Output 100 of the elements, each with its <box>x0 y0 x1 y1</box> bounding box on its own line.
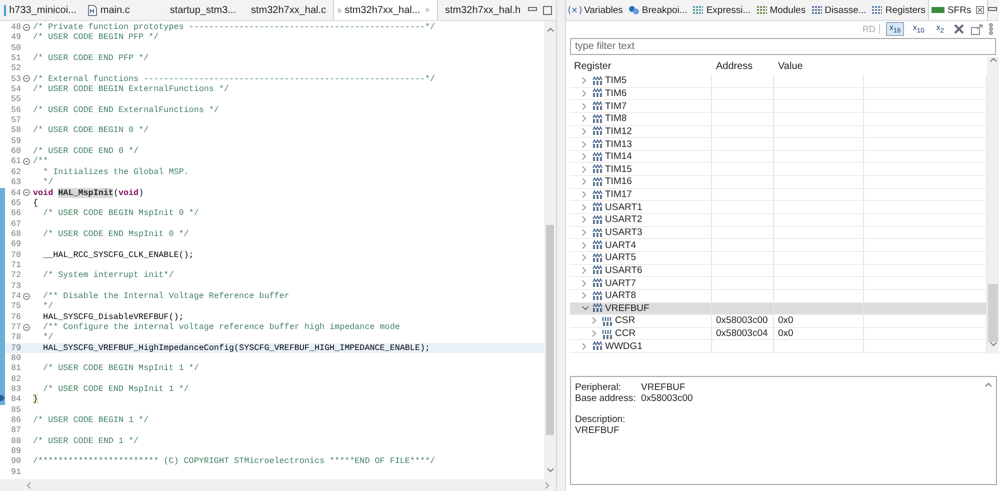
peripheral-icon <box>592 303 603 314</box>
line-number: 66 <box>10 208 21 219</box>
tree-row[interactable]: USART3 <box>570 226 987 240</box>
register-name: TIM13 <box>605 138 632 150</box>
column-header[interactable]: Register <box>570 60 712 72</box>
description-text: VREFBUF <box>575 425 620 436</box>
column-header[interactable]: Address <box>712 60 774 72</box>
code-line: /** <box>32 156 48 167</box>
line-number: 55 <box>10 94 21 105</box>
filter-field[interactable]: type filter text <box>570 38 996 55</box>
fold-icon[interactable] <box>22 24 30 31</box>
tree-row[interactable]: USART6 <box>570 264 987 278</box>
line-number: 58 <box>10 125 21 136</box>
line-number: 68 <box>10 228 21 240</box>
register-name: TIM15 <box>605 164 632 175</box>
view-tab[interactable]: SFRs <box>928 0 988 20</box>
tree-row[interactable]: TIM12 <box>570 126 987 138</box>
line-number: 85 <box>10 404 21 416</box>
scroll-thumb[interactable] <box>988 284 998 342</box>
register-name: WWDG1 <box>605 340 642 352</box>
tree-row[interactable]: TIM14 <box>570 150 987 164</box>
editor-tab[interactable]: stm32h7xx_hal.h <box>438 0 528 20</box>
peripheral-icon <box>592 164 603 174</box>
line-number: 52 <box>10 63 21 74</box>
register-name: USART2 <box>605 214 642 226</box>
view-tab[interactable]: Variables <box>566 0 626 20</box>
line-number: 69 <box>10 239 21 250</box>
line-number: 74 <box>10 290 21 302</box>
line-number: 59 <box>10 136 21 146</box>
register-name: TIM16 <box>605 176 632 188</box>
fold-icon[interactable] <box>22 324 30 331</box>
line-number: 48 <box>10 22 21 32</box>
number-format-button[interactable]: x$_{10}$ <box>910 22 928 36</box>
detail-label: Base address: <box>575 393 637 404</box>
register-name: TIM5 <box>605 75 627 86</box>
grid-icon <box>810 5 823 15</box>
tree-row[interactable]: WWDG1 <box>570 340 987 354</box>
line-number: 76 <box>10 312 21 322</box>
fold-icon[interactable] <box>22 75 30 82</box>
tree-row[interactable]: CSR 0x58003c00 0x0 <box>570 315 987 328</box>
peripheral-icon <box>592 265 603 276</box>
fold-icon[interactable] <box>22 292 30 300</box>
collapse-icon[interactable] <box>582 306 590 311</box>
fold-icon[interactable] <box>22 158 30 166</box>
code-line: */ <box>42 332 54 343</box>
tree-row[interactable]: USART1 <box>570 201 987 214</box>
more-icon[interactable] <box>989 23 993 35</box>
tree-row[interactable]: TIM5 <box>570 75 987 88</box>
line-number: 84 <box>10 394 21 405</box>
tree-row[interactable]: UART5 <box>570 252 987 265</box>
code-line: /* USER CODE BEGIN ExternalFunctions */ <box>32 84 230 94</box>
close-icon[interactable] <box>426 6 429 14</box>
tree-row[interactable]: VREFBUF <box>570 302 987 316</box>
column-header[interactable]: Value <box>774 60 864 72</box>
peripheral-icon <box>592 214 603 225</box>
editor-tab[interactable]: startup_stm3... <box>162 0 244 20</box>
peripheral-icon <box>592 341 603 352</box>
line-number: 65 <box>10 198 21 208</box>
tools-icon[interactable] <box>953 23 965 35</box>
code-line: /* USER CODE END 1 */ <box>32 436 139 446</box>
scrollbar[interactable] <box>544 21 556 479</box>
number-format-button[interactable]: x$_{16}$ <box>886 22 904 36</box>
minimize-icon[interactable] <box>988 7 998 13</box>
editor-tab[interactable]: stm32h7xx_hal.c <box>244 0 334 20</box>
code-line: /************************ (C) COPYRIGHT STMicroelectronics *****END OF FILE****/ <box>32 456 436 467</box>
view-tab[interactable]: Modules <box>754 0 809 20</box>
line-number: 49 <box>10 32 21 43</box>
tree-row[interactable]: UART4 <box>570 239 987 252</box>
minimize-icon[interactable] <box>528 7 537 13</box>
tree-row[interactable]: TIM16 <box>570 176 987 189</box>
tree-row[interactable]: USART2 <box>570 214 987 227</box>
view-tab[interactable]: Expressi... <box>690 0 754 20</box>
export-icon[interactable] <box>971 24 983 34</box>
view-tab[interactable]: Disasse... <box>808 0 870 20</box>
peripheral-icon <box>592 278 603 288</box>
tree-row[interactable]: TIM15 <box>570 163 987 176</box>
tree-row[interactable]: UART7 <box>570 277 987 290</box>
fold-icon[interactable] <box>22 189 30 196</box>
register-name: VREFBUF <box>605 302 650 314</box>
tree-row[interactable]: CCR 0x58003c04 0x0 <box>570 328 987 340</box>
view-tab[interactable]: Registers <box>869 0 928 20</box>
tree-row[interactable]: TIM13 <box>570 138 987 151</box>
maximize-icon[interactable] <box>542 6 552 14</box>
close-icon[interactable] <box>976 6 984 14</box>
tree-row[interactable]: TIM7 <box>570 100 987 113</box>
line-number: 73 <box>10 280 21 291</box>
peripheral-icon <box>592 139 603 150</box>
view-tab[interactable]: Breakpoi... <box>626 0 690 20</box>
number-format-button[interactable]: x$_{2}$ <box>933 22 947 36</box>
editor-tab[interactable]: h733_minicoi... <box>0 0 84 20</box>
tree-row[interactable]: TIM17 <box>570 188 987 202</box>
register-name: TIM6 <box>605 88 627 99</box>
editor-tab[interactable]: stm32h7xx_hal... <box>333 0 438 20</box>
tree-row[interactable]: TIM6 <box>570 88 987 100</box>
line-number: 60 <box>10 146 21 156</box>
grid-icon <box>871 5 884 15</box>
horizontal-scrollbar[interactable] <box>0 479 556 491</box>
editor-tab[interactable]: main.c <box>84 0 162 20</box>
scrollbar[interactable] <box>987 57 999 354</box>
tree-row[interactable]: TIM8 <box>570 112 987 126</box>
